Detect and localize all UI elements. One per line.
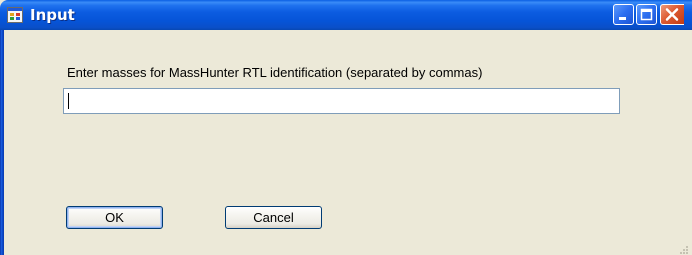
dialog-body: Enter masses for MassHunter RTL identifi… [4, 30, 692, 255]
text-caret [68, 93, 69, 109]
ok-button[interactable]: OK [66, 206, 163, 229]
close-button[interactable] [660, 4, 684, 25]
close-icon [665, 8, 679, 21]
cancel-button[interactable]: Cancel [225, 206, 322, 229]
maximize-icon [640, 8, 653, 21]
minimize-icon [619, 17, 626, 20]
form-icon [7, 7, 23, 23]
resize-grip-icon[interactable] [678, 239, 688, 254]
prompt-label: Enter masses for MassHunter RTL identifi… [67, 65, 483, 80]
minimize-button[interactable] [613, 4, 634, 25]
masses-input[interactable] [63, 88, 620, 114]
window-title: Input [30, 6, 75, 24]
title-bar[interactable]: Input [0, 0, 692, 30]
input-dialog-window: Input Enter masses for MassHunter RTL id… [0, 0, 692, 255]
maximize-button[interactable] [636, 4, 657, 25]
